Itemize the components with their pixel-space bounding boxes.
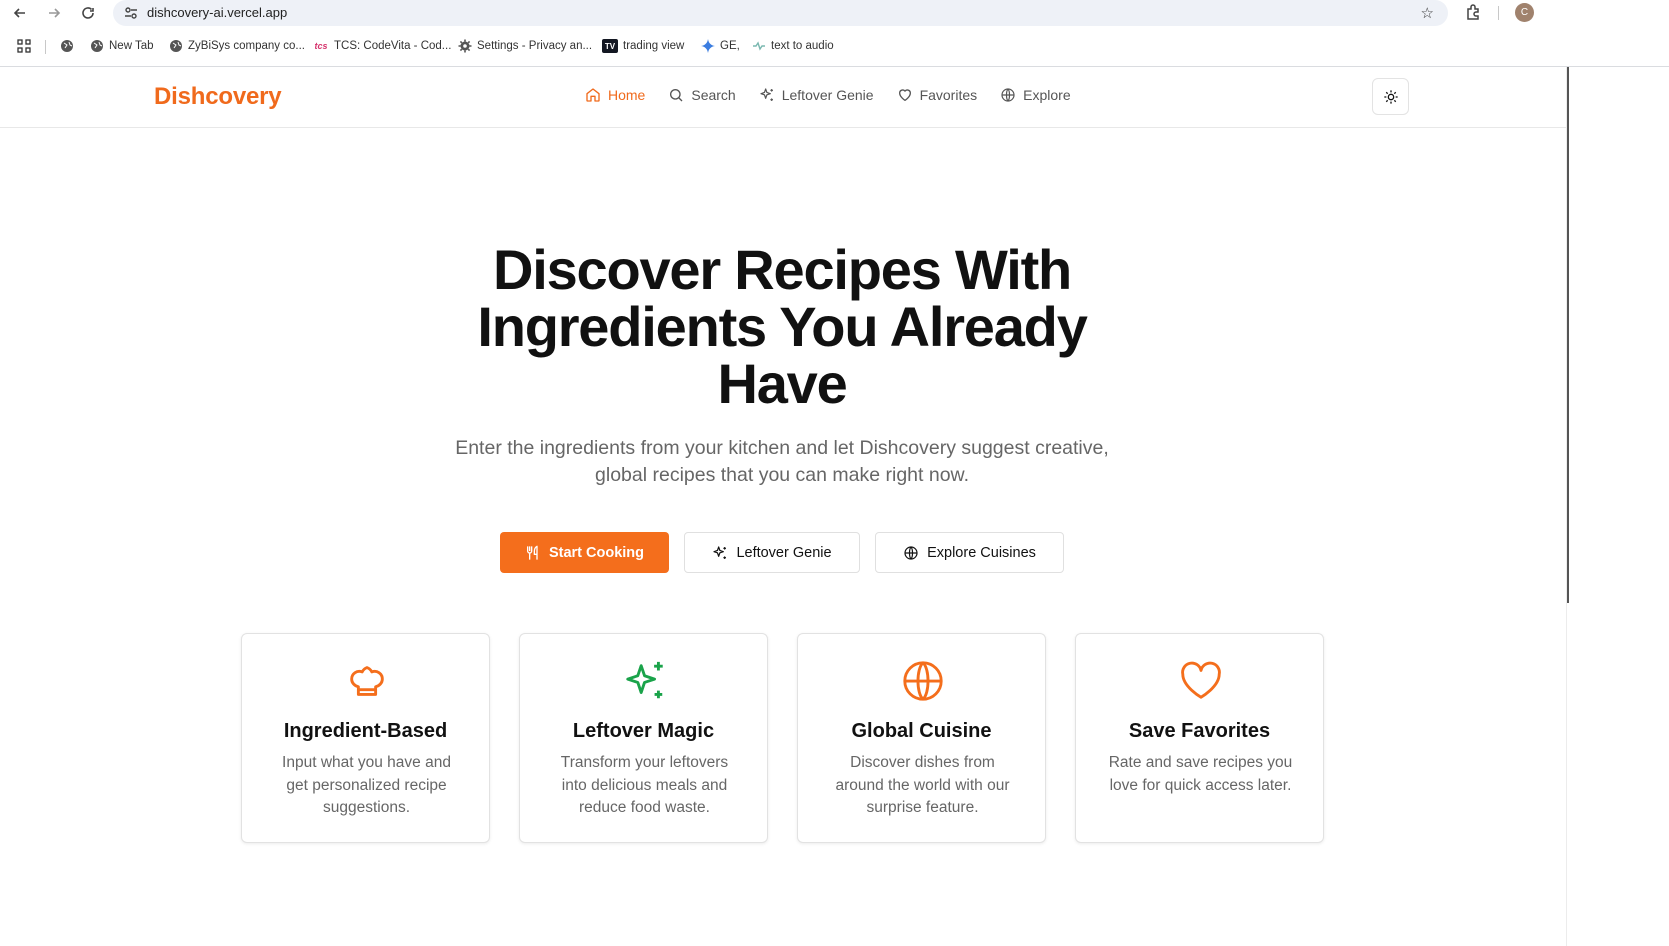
nav-home-label: Home: [608, 87, 646, 103]
bookmark-label: trading view: [623, 40, 685, 52]
apps-grid-icon[interactable]: [17, 39, 31, 53]
bookmark-star-icon[interactable]: ☆: [1421, 4, 1434, 22]
globe-icon: [904, 545, 918, 560]
feature-description: Discover dishes from around the world wi…: [835, 754, 1010, 816]
feature-title: Save Favorites: [1128, 720, 1271, 742]
feature-card-save-favorites: Save Favorites Rate and save recipes you…: [1075, 633, 1324, 843]
main-nav: Home Search Leftover Genie Favorites Exp…: [585, 87, 1094, 103]
globe-icon: [60, 39, 74, 53]
nav-home[interactable]: Home: [585, 87, 645, 103]
profile-avatar[interactable]: C: [1515, 3, 1534, 22]
bookmark-item[interactable]: New Tab: [90, 39, 154, 53]
browser-toolbar: dishcovery-ai.vercel.app ☆ C: [0, 0, 1669, 26]
sparkles-icon: [713, 545, 727, 559]
feature-title: Global Cuisine: [851, 720, 992, 742]
feature-title: Leftover Magic: [572, 720, 715, 742]
back-arrow-icon[interactable]: [9, 2, 31, 24]
bookmark-item[interactable]: ZyBiSys company co...: [169, 39, 305, 53]
bookmark-label: New Tab: [109, 40, 154, 52]
sparkles-icon: [626, 661, 663, 699]
nav-explore-label: Explore: [1023, 87, 1071, 103]
nav-search[interactable]: Search: [668, 87, 736, 103]
feature-description: Transform your leftovers into delicious …: [560, 754, 729, 816]
nav-leftover-genie[interactable]: Leftover Genie: [759, 87, 874, 103]
bookmark-item[interactable]: Settings - Privacy an...: [458, 39, 592, 53]
bookmark-label: Settings - Privacy an...: [477, 40, 593, 52]
theme-toggle-button[interactable]: [1372, 78, 1409, 115]
globe-icon: [90, 39, 104, 53]
heart-icon: [1181, 661, 1221, 699]
audio-icon: [752, 39, 766, 53]
hero-title-line: Have: [717, 352, 847, 415]
bookmark-item[interactable]: GE,: [701, 39, 740, 53]
globe-icon: [1001, 88, 1015, 102]
feature-card-leftover-magic: Leftover Magic Transform your leftovers …: [519, 633, 768, 843]
bookmark-item[interactable]: text to audio: [752, 39, 834, 53]
home-icon: [586, 88, 600, 102]
bookmark-label: GE,: [720, 40, 740, 52]
search-icon: [670, 89, 683, 102]
gemini-icon: [701, 39, 715, 53]
hero-subtitle-line: global recipes that you can make right n…: [595, 464, 969, 486]
extensions-icon[interactable]: [1464, 3, 1484, 23]
nav-explore[interactable]: Explore: [1000, 87, 1071, 103]
start-cooking-button[interactable]: Start Cooking: [500, 532, 669, 573]
feature-title: Ingredient-Based: [283, 720, 448, 742]
bookmark-item[interactable]: tcs TCS: CodeVita - Cod...: [313, 39, 451, 53]
url-text[interactable]: dishcovery-ai.vercel.app: [147, 5, 287, 20]
hero-title: Discover Recipes With Ingredients You Al…: [440, 241, 1124, 412]
chef-hat-icon: [350, 666, 384, 696]
bookmark-item[interactable]: TV trading view: [602, 39, 684, 53]
globe-icon: [169, 39, 183, 53]
nav-search-label: Search: [691, 87, 736, 103]
hero-subtitle-line: Enter the ingredients from your kitchen …: [455, 437, 1109, 459]
start-cooking-label: Start Cooking: [548, 544, 645, 561]
hero-title-line: Discover Recipes With: [492, 238, 1072, 301]
nav-leftover-genie-label: Leftover Genie: [781, 87, 874, 103]
explore-cuisines-button[interactable]: Explore Cuisines: [875, 532, 1064, 573]
bookmark-globe[interactable]: [60, 39, 74, 53]
feature-description: Input what you have and get personalized…: [282, 754, 451, 816]
nav-favorites[interactable]: Favorites: [897, 87, 978, 103]
toolbar-divider: [1498, 6, 1499, 20]
bookmark-label: TCS: CodeVita - Cod...: [334, 40, 452, 52]
explore-cuisines-label: Explore Cuisines: [927, 544, 1036, 561]
bookmarks-divider: [45, 40, 46, 54]
hero-subtitle: Enter the ingredients from your kitchen …: [420, 435, 1144, 489]
tradingview-icon: TV: [602, 39, 618, 53]
bookmark-label: text to audio: [771, 40, 834, 52]
site-header: Dishcovery Home Search Leftover Genie Fa…: [0, 67, 1567, 128]
feature-description: Rate and save recipes you love for quick…: [1108, 754, 1293, 794]
tcs-icon: tcs: [314, 41, 328, 51]
leftover-genie-button[interactable]: Leftover Genie: [684, 532, 860, 573]
bookmark-label: ZyBiSys company co...: [188, 40, 305, 52]
hero-title-line: Ingredients You Already: [477, 295, 1087, 358]
sparkles-icon: [760, 88, 773, 101]
bookmarks-bar: New Tab ZyBiSys company co... tcs TCS: C…: [0, 34, 1669, 60]
leftover-genie-label: Leftover Genie: [736, 544, 832, 561]
nav-favorites-label: Favorites: [919, 87, 978, 103]
feature-card-global-cuisine: Global Cuisine Discover dishes from arou…: [797, 633, 1046, 843]
heart-icon: [898, 89, 911, 101]
utensils-icon: [526, 545, 538, 560]
scrollbar-thumb[interactable]: [1567, 67, 1569, 603]
feature-card-ingredient-based: Ingredient-Based Input what you have and…: [241, 633, 490, 843]
forward-arrow-icon[interactable]: [43, 2, 65, 24]
address-bar[interactable]: dishcovery-ai.vercel.app ☆: [113, 0, 1448, 26]
gear-icon: [458, 39, 472, 53]
site-logo[interactable]: Dishcovery: [154, 83, 282, 111]
reload-icon[interactable]: [77, 2, 99, 24]
site-settings-icon[interactable]: [123, 5, 139, 21]
sun-icon: [1383, 89, 1398, 104]
globe-icon: [903, 661, 943, 701]
